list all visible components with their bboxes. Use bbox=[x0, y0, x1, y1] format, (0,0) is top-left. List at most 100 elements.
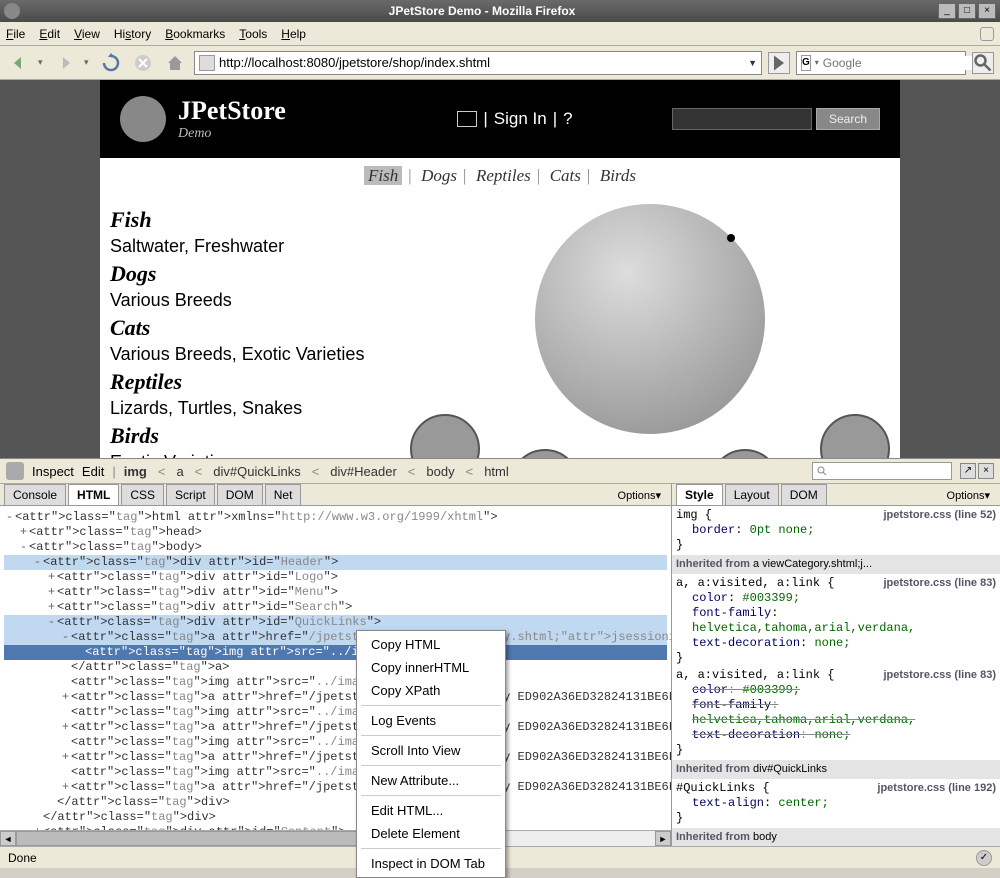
ql-dogs[interactable]: Dogs bbox=[421, 166, 457, 185]
url-dropdown[interactable]: ▼ bbox=[748, 58, 757, 68]
ql-fish[interactable]: Fish bbox=[364, 166, 402, 185]
tab-style[interactable]: Style bbox=[676, 484, 723, 505]
menu-bookmarks[interactable]: Bookmarks bbox=[165, 27, 225, 41]
bird-thumb[interactable] bbox=[820, 414, 890, 458]
go-button[interactable] bbox=[768, 52, 790, 74]
tree-row[interactable]: +<attr">class="tag">a attr">href="/jpets… bbox=[4, 780, 667, 795]
ctx-copy-innerhtml[interactable]: Copy innerHTML bbox=[357, 656, 505, 679]
page-search-button[interactable]: Search bbox=[816, 108, 880, 130]
tab-html[interactable]: HTML bbox=[68, 484, 119, 505]
maximize-button[interactable]: □ bbox=[958, 3, 976, 19]
ql-reptiles[interactable]: Reptiles bbox=[476, 166, 531, 185]
right-options[interactable]: Options▾ bbox=[941, 486, 996, 505]
search-engine-dropdown[interactable]: ▾ bbox=[815, 58, 819, 67]
back-button[interactable] bbox=[6, 50, 32, 76]
thumb-3[interactable] bbox=[510, 449, 580, 458]
close-button[interactable]: × bbox=[978, 3, 996, 19]
crumb-header[interactable]: div#Header bbox=[330, 464, 397, 479]
html-tree[interactable]: -<attr">class="tag">html attr">xmlns="ht… bbox=[0, 506, 671, 830]
tab-dom2[interactable]: DOM bbox=[781, 484, 827, 505]
tree-row[interactable]: +<attr">class="tag">head> bbox=[4, 525, 667, 540]
inspect-button[interactable]: Inspect bbox=[32, 464, 74, 479]
ctx-log-events[interactable]: Log Events bbox=[357, 709, 505, 732]
menu-edit[interactable]: Edit bbox=[39, 27, 60, 41]
crumb-quicklinks[interactable]: div#QuickLinks bbox=[213, 464, 300, 479]
forward-button[interactable] bbox=[52, 50, 78, 76]
tab-console[interactable]: Console bbox=[4, 484, 66, 505]
ctx-copy-xpath[interactable]: Copy XPath bbox=[357, 679, 505, 702]
signin-link[interactable]: Sign In bbox=[494, 109, 547, 129]
tree-row[interactable]: -<attr">class="tag">html attr">xmlns="ht… bbox=[4, 510, 667, 525]
tab-dom[interactable]: DOM bbox=[217, 484, 263, 505]
tree-row[interactable]: -<attr">class="tag">body> bbox=[4, 540, 667, 555]
crumb-body[interactable]: body bbox=[426, 464, 454, 479]
firebug-icon[interactable] bbox=[6, 462, 24, 480]
search-button[interactable] bbox=[972, 52, 994, 74]
url-input[interactable] bbox=[219, 55, 744, 70]
scroll-thumb[interactable] bbox=[16, 831, 367, 846]
stop-button[interactable] bbox=[130, 50, 156, 76]
tree-row[interactable]: +<attr">class="tag">a attr">href="/jpets… bbox=[4, 750, 667, 765]
ctx-edit-html-[interactable]: Edit HTML... bbox=[357, 799, 505, 822]
ctx-scroll-into-view[interactable]: Scroll Into View bbox=[357, 739, 505, 762]
tree-row[interactable]: -<attr">class="tag">a attr">href="/jpets… bbox=[4, 630, 667, 645]
menu-history[interactable]: History bbox=[114, 27, 151, 41]
ctx-copy-html[interactable]: Copy HTML bbox=[357, 633, 505, 656]
crumb-img[interactable]: img bbox=[124, 464, 147, 479]
reload-button[interactable] bbox=[98, 50, 124, 76]
cat-fish[interactable]: Fish bbox=[110, 206, 400, 235]
tab-layout[interactable]: Layout bbox=[725, 484, 779, 505]
cat-reptiles[interactable]: Reptiles bbox=[110, 368, 400, 397]
tree-row[interactable]: +<attr">class="tag">a attr">href="/jpets… bbox=[4, 690, 667, 705]
ctx-new-attribute-[interactable]: New Attribute... bbox=[357, 769, 505, 792]
tree-row[interactable]: </attr">class="tag">a> bbox=[4, 660, 667, 675]
ql-cats[interactable]: Cats bbox=[550, 166, 581, 185]
ctx-delete-element[interactable]: Delete Element bbox=[357, 822, 505, 845]
tree-row[interactable]: +<attr">class="tag">div attr">id="Search… bbox=[4, 600, 667, 615]
tree-row[interactable]: <attr">class="tag">img attr">src="../ima… bbox=[4, 645, 667, 660]
tree-row[interactable]: -<attr">class="tag">div attr">id="QuickL… bbox=[4, 615, 667, 630]
firebug-close-button[interactable]: × bbox=[978, 463, 994, 479]
search-box[interactable]: G ▾ bbox=[796, 51, 966, 75]
back-dropdown[interactable]: ▾ bbox=[38, 57, 46, 68]
search-input[interactable] bbox=[823, 56, 978, 70]
menu-help[interactable]: Help bbox=[281, 27, 306, 41]
tree-row[interactable]: <attr">class="tag">img attr">src="../ima… bbox=[4, 705, 667, 720]
tree-row[interactable]: +<attr">class="tag">div attr">id="Logo"> bbox=[4, 570, 667, 585]
style-pane[interactable]: jpetstore.css (line 52)img {border: 0pt … bbox=[672, 506, 1000, 846]
crumb-a[interactable]: a bbox=[176, 464, 183, 479]
tab-script[interactable]: Script bbox=[166, 484, 215, 505]
menu-view[interactable]: View bbox=[74, 27, 100, 41]
minimize-button[interactable]: _ bbox=[938, 3, 956, 19]
scroll-left[interactable]: ◄ bbox=[0, 831, 16, 846]
logo-icon[interactable] bbox=[120, 96, 166, 142]
parrot-image[interactable] bbox=[535, 204, 765, 434]
forward-dropdown[interactable]: ▾ bbox=[84, 57, 92, 68]
firebug-search[interactable] bbox=[812, 462, 952, 480]
tree-row[interactable]: <attr">class="tag">img attr">src="../ima… bbox=[4, 735, 667, 750]
crumb-html[interactable]: html bbox=[484, 464, 509, 479]
page-search-input[interactable] bbox=[672, 108, 812, 130]
tab-css[interactable]: CSS bbox=[121, 484, 164, 505]
cart-icon[interactable] bbox=[457, 111, 477, 127]
scroll-right[interactable]: ► bbox=[655, 831, 671, 846]
tree-row[interactable]: +<attr">class="tag">div attr">id="Conten… bbox=[4, 825, 667, 830]
menu-tools[interactable]: Tools bbox=[239, 27, 267, 41]
tree-row[interactable]: -<attr">class="tag">div attr">id="Header… bbox=[4, 555, 667, 570]
cat-dogs[interactable]: Dogs bbox=[110, 260, 400, 289]
tree-row[interactable]: </attr">class="tag">div> bbox=[4, 795, 667, 810]
cat-cats[interactable]: Cats bbox=[110, 314, 400, 343]
home-button[interactable] bbox=[162, 50, 188, 76]
google-icon[interactable]: G bbox=[801, 55, 811, 71]
firebug-detach-button[interactable]: ↗ bbox=[960, 463, 976, 479]
menu-file[interactable]: File bbox=[6, 27, 25, 41]
fish-thumb[interactable] bbox=[410, 414, 480, 458]
tree-row[interactable]: </attr">class="tag">div> bbox=[4, 810, 667, 825]
tree-row[interactable]: <attr">class="tag">img attr">src="../ima… bbox=[4, 675, 667, 690]
h-scrollbar[interactable]: ◄ ► bbox=[0, 830, 671, 846]
tree-row[interactable]: +<attr">class="tag">a attr">href="/jpets… bbox=[4, 720, 667, 735]
help-link[interactable]: ? bbox=[563, 109, 572, 129]
thumb-4[interactable] bbox=[710, 449, 780, 458]
url-bar[interactable]: ▼ bbox=[194, 51, 762, 75]
ql-birds[interactable]: Birds bbox=[600, 166, 636, 185]
